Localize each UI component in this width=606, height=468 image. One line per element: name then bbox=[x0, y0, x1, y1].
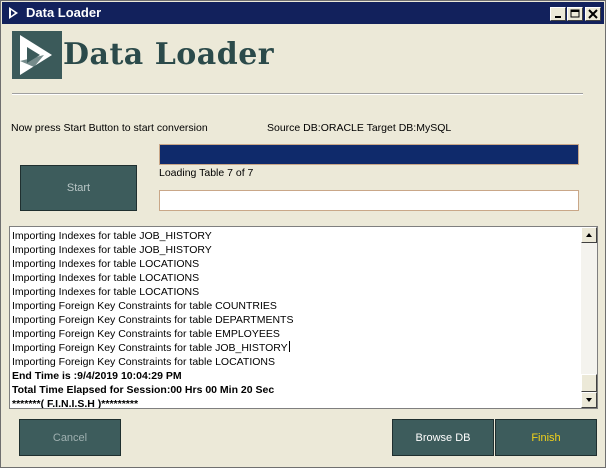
log-line: *******( F.I.N.I.S.H )********* bbox=[12, 397, 578, 409]
data-loader-window: Data Loader Data Loader Now press Start … bbox=[0, 0, 606, 468]
close-icon bbox=[588, 9, 598, 19]
maximize-button[interactable] bbox=[567, 7, 583, 21]
logo-title: Data Loader bbox=[63, 37, 275, 72]
title-bar[interactable]: Data Loader bbox=[2, 2, 604, 24]
browse-db-button[interactable]: Browse DB bbox=[392, 419, 494, 456]
log-line-text: Importing Indexes for table LOCATIONS bbox=[12, 286, 200, 298]
scroll-down-button[interactable] bbox=[581, 392, 597, 408]
logo-icon bbox=[12, 31, 62, 79]
log-line: Importing Foreign Key Constraints for ta… bbox=[12, 299, 578, 313]
minimize-button[interactable] bbox=[550, 7, 566, 21]
log-output[interactable]: Importing Indexes for table JOB_HISTORY I… bbox=[9, 226, 598, 409]
scroll-thumb[interactable] bbox=[581, 374, 597, 392]
log-line-text: Importing Foreign Key Constraints for ta… bbox=[12, 356, 275, 368]
log-line-text: Importing Indexes for table JOB_HISTORY bbox=[12, 230, 212, 242]
text-caret bbox=[288, 341, 290, 352]
log-lines: Importing Indexes for table JOB_HISTORY I… bbox=[12, 229, 578, 409]
log-line: Importing Indexes for table JOB_HISTORY bbox=[12, 243, 578, 257]
log-line-text: *******( F.I.N.I.S.H )********* bbox=[12, 398, 139, 409]
log-line-text: Importing Foreign Key Constraints for ta… bbox=[12, 328, 280, 340]
log-line-text: Importing Foreign Key Constraints for ta… bbox=[12, 314, 294, 326]
maximize-icon bbox=[570, 9, 580, 18]
window-title: Data Loader bbox=[26, 5, 102, 20]
secondary-progress-bar bbox=[159, 190, 579, 211]
log-line: End Time is :9/4/2019 10:04:29 PM bbox=[12, 369, 578, 383]
log-line-text: Importing Foreign Key Constraints for ta… bbox=[12, 300, 277, 312]
start-button[interactable]: Start bbox=[20, 165, 137, 211]
minimize-icon bbox=[555, 16, 561, 18]
log-scrollbar[interactable] bbox=[581, 227, 597, 408]
log-line-text: End Time is :9/4/2019 10:04:29 PM bbox=[12, 370, 182, 382]
main-progress-bar bbox=[159, 144, 579, 165]
close-button[interactable] bbox=[585, 7, 601, 21]
log-line: Importing Indexes for table JOB_HISTORY bbox=[12, 229, 578, 243]
log-line: Importing Foreign Key Constraints for ta… bbox=[12, 341, 578, 355]
log-line: Importing Foreign Key Constraints for ta… bbox=[12, 313, 578, 327]
finish-button[interactable]: Finish bbox=[495, 419, 597, 456]
main-progress-fill bbox=[160, 145, 578, 164]
log-line: Importing Indexes for table LOCATIONS bbox=[12, 271, 578, 285]
play-logo-icon bbox=[20, 35, 52, 75]
log-line: Importing Indexes for table LOCATIONS bbox=[12, 257, 578, 271]
log-line-text: Importing Indexes for table LOCATIONS bbox=[12, 272, 200, 284]
loading-status: Loading Table 7 of 7 bbox=[159, 167, 254, 179]
log-line: Importing Foreign Key Constraints for ta… bbox=[12, 355, 578, 369]
scroll-up-button[interactable] bbox=[581, 227, 597, 243]
log-line: Total Time Elapsed for Session:00 Hrs 00… bbox=[12, 383, 578, 397]
source-target-db: Source DB:ORACLE Target DB:MySQL bbox=[267, 122, 452, 134]
log-line-text: Total Time Elapsed for Session:00 Hrs 00… bbox=[12, 384, 275, 396]
log-line: Importing Foreign Key Constraints for ta… bbox=[12, 327, 578, 341]
log-line-text: Importing Indexes for table LOCATIONS bbox=[12, 258, 200, 270]
arrow-down-icon bbox=[586, 398, 592, 402]
app-icon bbox=[9, 7, 18, 19]
header-divider bbox=[12, 93, 583, 95]
log-line: Importing Indexes for table LOCATIONS bbox=[12, 285, 578, 299]
instruction-text: Now press Start Button to start conversi… bbox=[11, 122, 208, 134]
arrow-up-icon bbox=[586, 233, 592, 237]
log-line-text: Importing Foreign Key Constraints for ta… bbox=[12, 342, 288, 354]
log-line-text: Importing Indexes for table JOB_HISTORY bbox=[12, 244, 212, 256]
cancel-button[interactable]: Cancel bbox=[19, 419, 121, 456]
